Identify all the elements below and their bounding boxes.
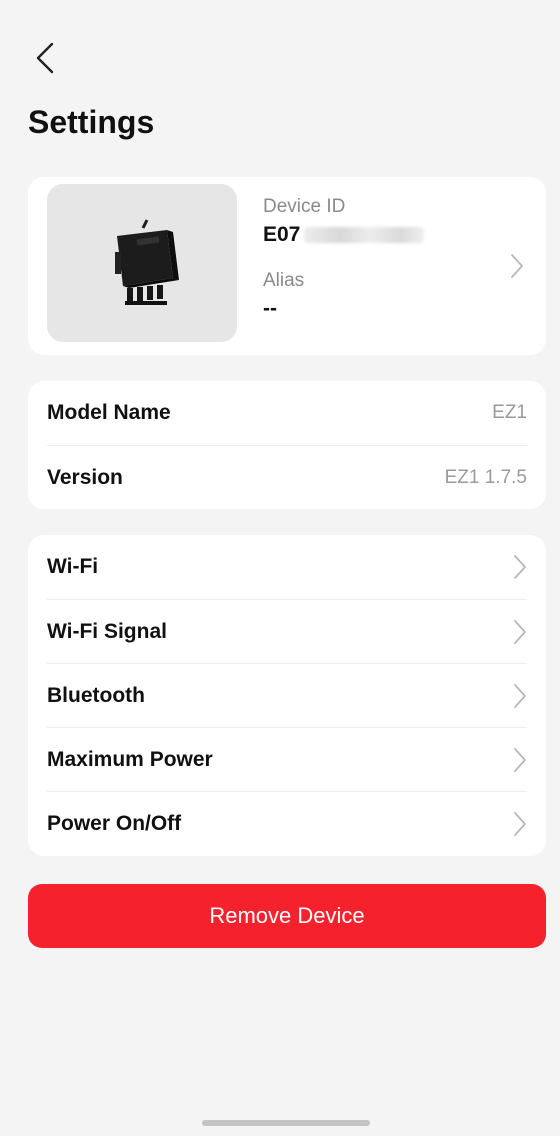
device-id-label: Device ID xyxy=(263,196,346,217)
menu-item-label: Bluetooth xyxy=(47,683,145,707)
menu-item-label: Wi-Fi xyxy=(47,555,99,578)
version-value: EZ1 1.7.5 xyxy=(444,466,527,488)
device-id-text: E07 xyxy=(263,223,301,246)
version-row: Version EZ1 1.7.5 xyxy=(47,445,527,509)
model-name-value: EZ1 xyxy=(492,402,527,423)
chevron-right-icon xyxy=(514,747,526,772)
version-label: Version xyxy=(47,465,123,489)
chevron-right-icon xyxy=(514,811,526,836)
device-image xyxy=(47,184,237,342)
chevron-left-icon xyxy=(36,42,54,74)
device-info-card: Model Name EZ1 Version EZ1 1.7.5 xyxy=(28,381,546,509)
menu-item-label: Wi-Fi Signal xyxy=(47,619,167,643)
device-id-value: E07 xyxy=(263,221,425,249)
menu-item-maximum-power[interactable]: Maximum Power xyxy=(47,727,527,791)
menu-item-label: Maximum Power xyxy=(47,747,213,771)
home-indicator[interactable] xyxy=(202,1120,370,1126)
model-name-label: Model Name xyxy=(47,401,171,424)
chevron-right-icon xyxy=(514,619,526,644)
device-card[interactable]: Device ID E07 Alias -- xyxy=(28,177,546,355)
chevron-right-icon xyxy=(514,683,526,708)
model-name-row: Model Name EZ1 xyxy=(47,381,527,445)
redacted-blur xyxy=(304,227,425,244)
settings-menu-card: Wi-Fi Wi-Fi Signal Bluetooth Maximum Pow… xyxy=(28,535,546,856)
page-title: Settings xyxy=(28,104,155,140)
menu-item-bluetooth[interactable]: Bluetooth xyxy=(47,663,527,727)
device-info: Device ID E07 Alias -- xyxy=(263,195,425,323)
device-detail-chevron xyxy=(510,253,524,284)
alias-label: Alias xyxy=(263,270,305,291)
menu-item-power-on-off[interactable]: Power On/Off xyxy=(47,791,527,855)
chevron-right-icon xyxy=(514,555,526,579)
menu-item-label: Power On/Off xyxy=(47,811,182,835)
back-button[interactable] xyxy=(28,38,62,78)
chevron-right-icon xyxy=(511,254,523,278)
microinverter-icon xyxy=(115,219,179,305)
settings-screen: Settings Device ID E07 Alias -- Model Na… xyxy=(0,0,560,1136)
remove-device-button[interactable]: Remove Device xyxy=(28,884,546,948)
alias-value: -- xyxy=(263,297,277,320)
menu-item-wifi[interactable]: Wi-Fi xyxy=(47,535,527,599)
menu-item-wifi-signal[interactable]: Wi-Fi Signal xyxy=(47,599,527,663)
